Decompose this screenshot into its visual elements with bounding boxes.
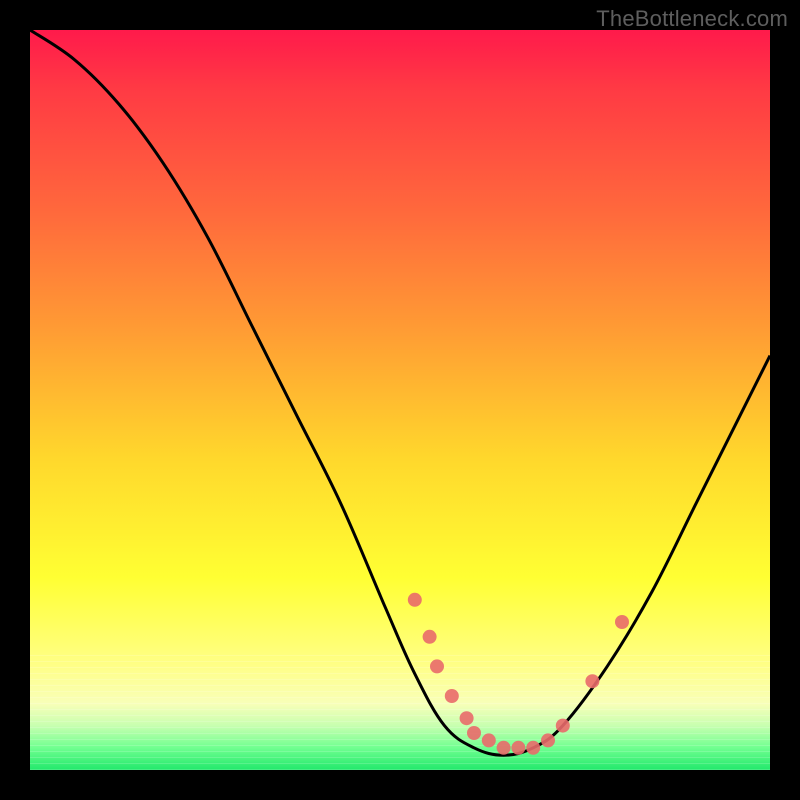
attribution-label: TheBottleneck.com: [596, 6, 788, 32]
plot-area: [30, 30, 770, 770]
heat-gradient: [30, 30, 770, 770]
chart-frame: TheBottleneck.com: [0, 0, 800, 800]
